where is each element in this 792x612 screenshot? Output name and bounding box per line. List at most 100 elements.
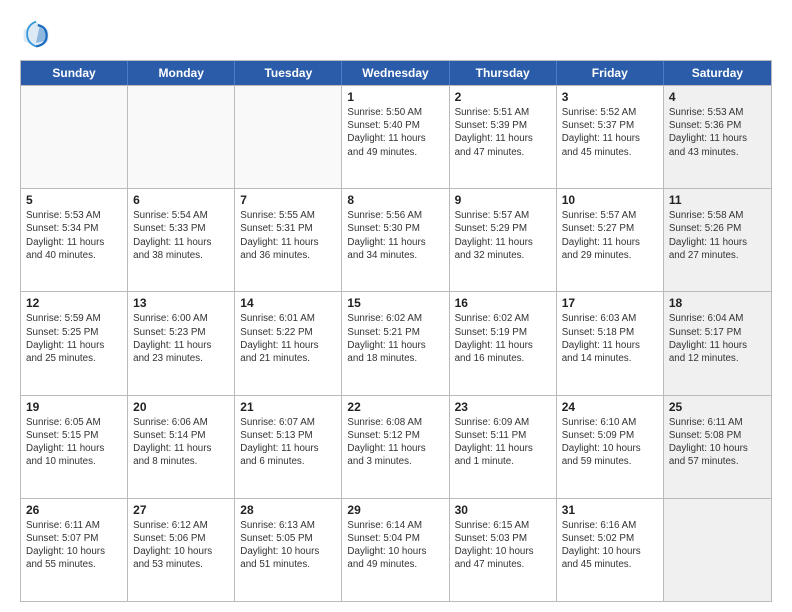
cell-info: Sunrise: 5:57 AM Sunset: 5:27 PM Dayligh… [562,209,658,262]
cell-info: Sunrise: 6:00 AM Sunset: 5:23 PM Dayligh… [133,312,229,365]
cell-info: Sunrise: 6:14 AM Sunset: 5:04 PM Dayligh… [347,519,443,572]
day-number: 9 [455,193,551,207]
weekday-header-tuesday: Tuesday [235,61,342,85]
calendar-cell-14: 14 Sunrise: 6:01 AM Sunset: 5:22 PM Dayli… [235,292,342,394]
calendar-row-1: 5 Sunrise: 5:53 AM Sunset: 5:34 PM Daylig… [21,188,771,291]
calendar-row-3: 19 Sunrise: 6:05 AM Sunset: 5:15 PM Dayli… [21,395,771,498]
calendar-cell-empty-0-2 [235,86,342,188]
cell-info: Sunrise: 6:12 AM Sunset: 5:06 PM Dayligh… [133,519,229,572]
day-number: 11 [669,193,766,207]
day-number: 16 [455,296,551,310]
day-number: 30 [455,503,551,517]
day-number: 12 [26,296,122,310]
page: SundayMondayTuesdayWednesdayThursdayFrid… [0,0,792,612]
calendar-cell-empty-0-1 [128,86,235,188]
calendar-cell-1: 1Sunrise: 5:50 AM Sunset: 5:40 PM Daylig… [342,86,449,188]
cell-info: Sunrise: 6:02 AM Sunset: 5:21 PM Dayligh… [347,312,443,365]
calendar-cell-13: 13 Sunrise: 6:00 AM Sunset: 5:23 PM Dayli… [128,292,235,394]
cell-info: Sunrise: 6:15 AM Sunset: 5:03 PM Dayligh… [455,519,551,572]
cell-info: Sunrise: 5:53 AM Sunset: 5:36 PM Dayligh… [669,106,766,159]
day-number: 17 [562,296,658,310]
cell-info: Sunrise: 5:56 AM Sunset: 5:30 PM Dayligh… [347,209,443,262]
cell-info: Sunrise: 5:54 AM Sunset: 5:33 PM Dayligh… [133,209,229,262]
day-number: 8 [347,193,443,207]
calendar-cell-11: 11 Sunrise: 5:58 AM Sunset: 5:26 PM Dayli… [664,189,771,291]
calendar-cell-28: 28 Sunrise: 6:13 AM Sunset: 5:05 PM Dayli… [235,499,342,601]
calendar-cell-10: 10 Sunrise: 5:57 AM Sunset: 5:27 PM Dayli… [557,189,664,291]
weekday-header-friday: Friday [557,61,664,85]
day-number: 28 [240,503,336,517]
cell-info: Sunrise: 6:02 AM Sunset: 5:19 PM Dayligh… [455,312,551,365]
day-number: 25 [669,400,766,414]
logo-icon [20,18,52,50]
cell-info: Sunrise: 6:09 AM Sunset: 5:11 PM Dayligh… [455,416,551,469]
header [20,18,772,50]
calendar-cell-5: 5 Sunrise: 5:53 AM Sunset: 5:34 PM Daylig… [21,189,128,291]
calendar-cell-29: 29 Sunrise: 6:14 AM Sunset: 5:04 PM Dayli… [342,499,449,601]
calendar-cell-12: 12Sunrise: 5:59 AM Sunset: 5:25 PM Dayli… [21,292,128,394]
calendar-cell-16: 16 Sunrise: 6:02 AM Sunset: 5:19 PM Dayli… [450,292,557,394]
calendar-row-2: 12Sunrise: 5:59 AM Sunset: 5:25 PM Dayli… [21,291,771,394]
weekday-header-monday: Monday [128,61,235,85]
calendar-cell-4: 4 Sunrise: 5:53 AM Sunset: 5:36 PM Daylig… [664,86,771,188]
cell-info: Sunrise: 6:05 AM Sunset: 5:15 PM Dayligh… [26,416,122,469]
calendar-cell-27: 27 Sunrise: 6:12 AM Sunset: 5:06 PM Dayli… [128,499,235,601]
calendar-cell-7: 7Sunrise: 5:55 AM Sunset: 5:31 PM Daylig… [235,189,342,291]
day-number: 6 [133,193,229,207]
calendar-cell-6: 6 Sunrise: 5:54 AM Sunset: 5:33 PM Daylig… [128,189,235,291]
weekday-header-sunday: Sunday [21,61,128,85]
calendar-cell-26: 26 Sunrise: 6:11 AM Sunset: 5:07 PM Dayli… [21,499,128,601]
day-number: 23 [455,400,551,414]
calendar-cell-24: 24Sunrise: 6:10 AM Sunset: 5:09 PM Dayli… [557,396,664,498]
cell-info: Sunrise: 6:11 AM Sunset: 5:07 PM Dayligh… [26,519,122,572]
cell-info: Sunrise: 5:52 AM Sunset: 5:37 PM Dayligh… [562,106,658,159]
cell-info: Sunrise: 5:51 AM Sunset: 5:39 PM Dayligh… [455,106,551,159]
cell-info: Sunrise: 6:10 AM Sunset: 5:09 PM Dayligh… [562,416,658,469]
day-number: 13 [133,296,229,310]
day-number: 1 [347,90,443,104]
cell-info: Sunrise: 5:53 AM Sunset: 5:34 PM Dayligh… [26,209,122,262]
cell-info: Sunrise: 6:06 AM Sunset: 5:14 PM Dayligh… [133,416,229,469]
cell-info: Sunrise: 5:57 AM Sunset: 5:29 PM Dayligh… [455,209,551,262]
day-number: 31 [562,503,658,517]
day-number: 21 [240,400,336,414]
day-number: 20 [133,400,229,414]
calendar-cell-3: 3 Sunrise: 5:52 AM Sunset: 5:37 PM Daylig… [557,86,664,188]
calendar-cell-2: 2Sunrise: 5:51 AM Sunset: 5:39 PM Daylig… [450,86,557,188]
logo [20,18,56,50]
calendar-cell-25: 25 Sunrise: 6:11 AM Sunset: 5:08 PM Dayli… [664,396,771,498]
weekday-header-saturday: Saturday [664,61,771,85]
calendar-cell-18: 18Sunrise: 6:04 AM Sunset: 5:17 PM Dayli… [664,292,771,394]
calendar-body: 1Sunrise: 5:50 AM Sunset: 5:40 PM Daylig… [21,85,771,601]
cell-info: Sunrise: 6:03 AM Sunset: 5:18 PM Dayligh… [562,312,658,365]
day-number: 4 [669,90,766,104]
weekday-header-thursday: Thursday [450,61,557,85]
calendar-cell-8: 8 Sunrise: 5:56 AM Sunset: 5:30 PM Daylig… [342,189,449,291]
cell-info: Sunrise: 5:55 AM Sunset: 5:31 PM Dayligh… [240,209,336,262]
cell-info: Sunrise: 6:13 AM Sunset: 5:05 PM Dayligh… [240,519,336,572]
calendar-cell-empty-0-0 [21,86,128,188]
day-number: 18 [669,296,766,310]
day-number: 10 [562,193,658,207]
cell-info: Sunrise: 5:58 AM Sunset: 5:26 PM Dayligh… [669,209,766,262]
weekday-header-wednesday: Wednesday [342,61,449,85]
calendar-cell-19: 19 Sunrise: 6:05 AM Sunset: 5:15 PM Dayli… [21,396,128,498]
calendar-cell-9: 9 Sunrise: 5:57 AM Sunset: 5:29 PM Daylig… [450,189,557,291]
cell-info: Sunrise: 6:16 AM Sunset: 5:02 PM Dayligh… [562,519,658,572]
cell-info: Sunrise: 6:11 AM Sunset: 5:08 PM Dayligh… [669,416,766,469]
calendar-header: SundayMondayTuesdayWednesdayThursdayFrid… [21,61,771,85]
day-number: 27 [133,503,229,517]
calendar: SundayMondayTuesdayWednesdayThursdayFrid… [20,60,772,602]
cell-info: Sunrise: 6:07 AM Sunset: 5:13 PM Dayligh… [240,416,336,469]
calendar-cell-30: 30 Sunrise: 6:15 AM Sunset: 5:03 PM Dayli… [450,499,557,601]
day-number: 5 [26,193,122,207]
day-number: 3 [562,90,658,104]
calendar-cell-31: 31 Sunrise: 6:16 AM Sunset: 5:02 PM Dayli… [557,499,664,601]
day-number: 26 [26,503,122,517]
day-number: 19 [26,400,122,414]
cell-info: Sunrise: 6:01 AM Sunset: 5:22 PM Dayligh… [240,312,336,365]
day-number: 29 [347,503,443,517]
day-number: 22 [347,400,443,414]
calendar-cell-22: 22Sunrise: 6:08 AM Sunset: 5:12 PM Dayli… [342,396,449,498]
day-number: 14 [240,296,336,310]
